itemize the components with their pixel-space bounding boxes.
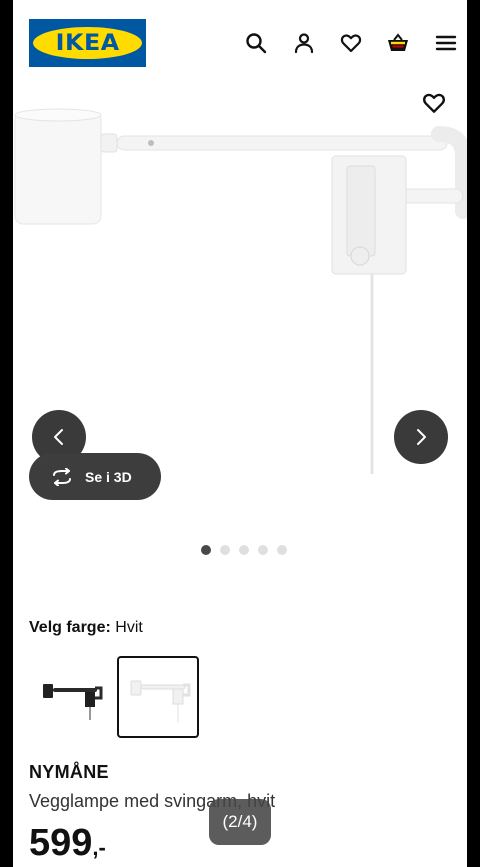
chevron-right-icon [417,429,426,445]
header: IKEA [13,0,467,86]
rotate-3d-icon [53,467,71,486]
view-3d-label: Se i 3D [85,468,132,485]
image-pagination [201,545,287,555]
logo-text: IKEA [55,30,120,56]
logo-oval: IKEA [33,27,142,59]
favorite-heart-icon[interactable] [421,90,447,116]
product-name: NYMÅNE [29,762,109,782]
white-lamp-thumbnail [130,680,191,723]
pagination-dot[interactable] [201,545,211,555]
color-label-title: Velg farge: [29,619,111,636]
basket-icon[interactable] [385,30,411,56]
view-3d-button[interactable]: Se i 3D [29,453,161,500]
color-value: Hvit [115,619,143,636]
color-swatch-black[interactable] [29,656,111,738]
price-amount: 599 [29,822,93,864]
ikea-logo[interactable]: IKEA [29,19,146,67]
next-image-button[interactable] [394,410,448,464]
search-icon[interactable] [243,30,269,56]
product-price: 599,- [29,822,106,865]
chevron-left-icon [54,429,63,445]
pagination-dot[interactable] [239,545,249,555]
menu-icon[interactable] [433,30,459,56]
pagination-dot[interactable] [220,545,230,555]
user-icon[interactable] [291,30,317,56]
heart-icon[interactable] [338,30,364,56]
image-counter-badge: (2/4) [209,799,271,845]
black-lamp-thumbnail [43,684,103,720]
price-suffix: ,- [92,835,106,860]
product-image-gallery[interactable]: Se i 3D [13,86,467,500]
pagination-dot[interactable] [258,545,268,555]
pagination-dot[interactable] [277,545,287,555]
color-swatch-white[interactable] [117,656,199,738]
color-selector-label: Velg farge: Hvit [29,619,143,637]
product-page: IKEA Se i 3D Velg farge: Hvit NYMÅNE Veg… [13,0,467,867]
